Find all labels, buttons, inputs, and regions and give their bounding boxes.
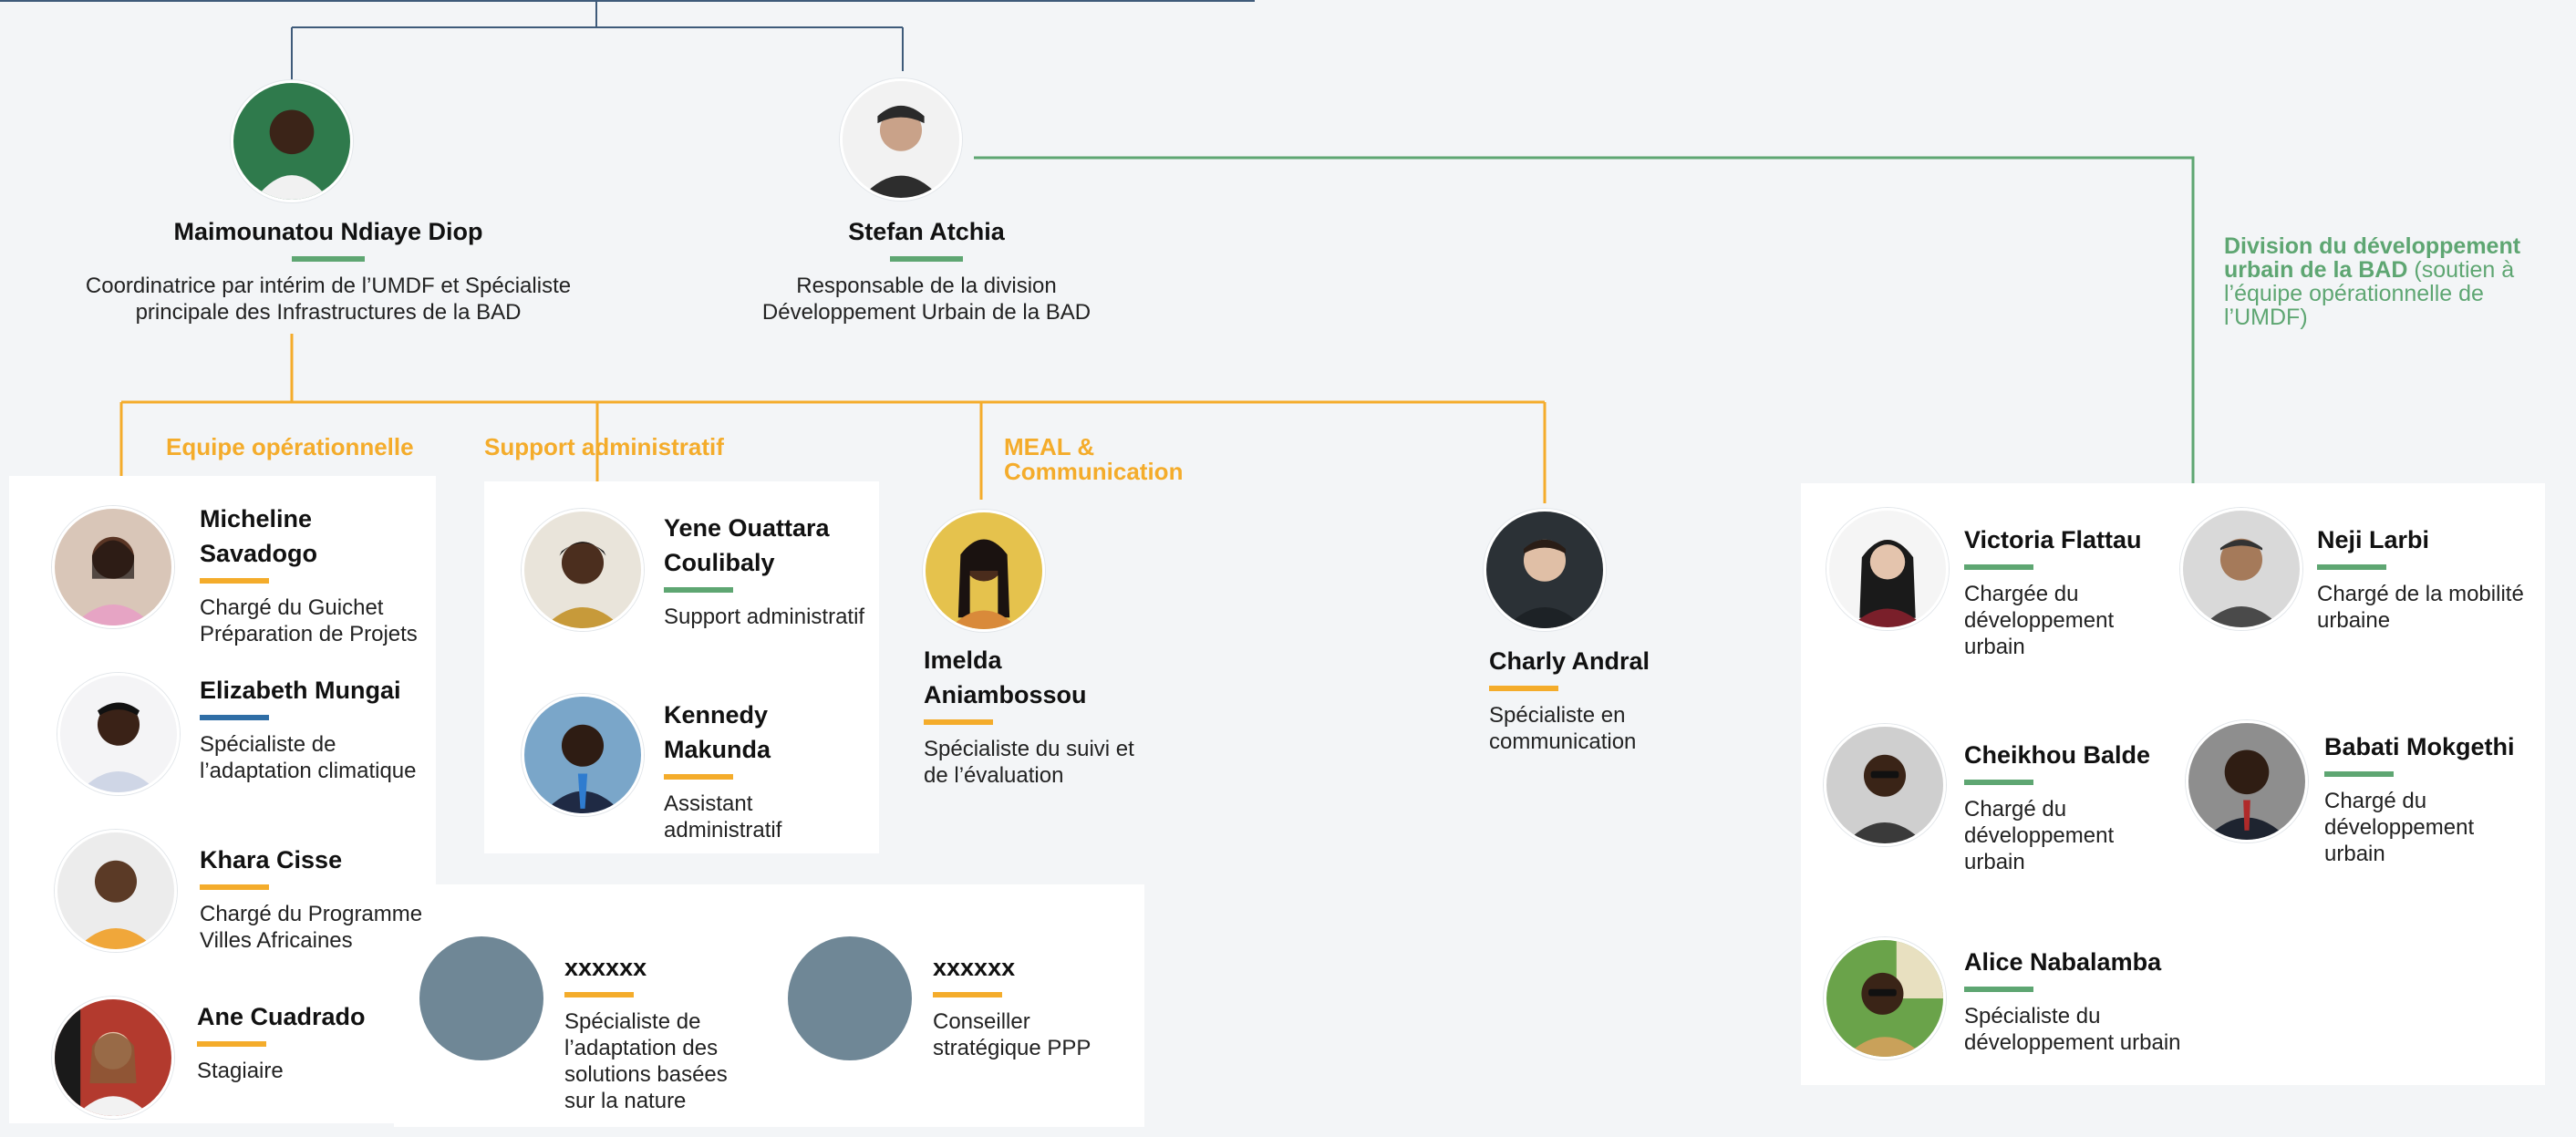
avatar-elizabeth-mungai	[57, 673, 180, 795]
name-neji-larbi: Neji Larbi	[2317, 526, 2430, 553]
avatar-victoria-flattau	[1826, 508, 1949, 630]
avatar-cheikhou-balde	[1824, 724, 1946, 846]
underline-ane-cuadrado	[197, 1041, 266, 1047]
underline-imelda-aniambossou	[924, 719, 993, 725]
avatar-khara-cisse	[55, 830, 177, 952]
underline-neji-larbi	[2317, 564, 2386, 570]
underline-khara-cisse	[200, 884, 269, 890]
role-vacancy-2: Conseiller stratégique PPP	[933, 1009, 1091, 1060]
card-imelda-aniambossou: Imelda Aniambossou Spécialiste du suivi …	[924, 643, 1152, 789]
leader-right-card: Stefan Atchia Responsable de la division…	[729, 214, 1123, 326]
underline-yene-ouattara-coulibaly	[664, 587, 733, 593]
underline-babati-mokgethi	[2324, 771, 2394, 777]
card-charly-andral: Charly Andral Spécialiste en communicati…	[1489, 644, 1726, 755]
role-alice-nabalamba: Spécialiste du développement urbain	[1964, 1004, 2181, 1055]
card-babati-mokgethi: Babati Mokgethi Chargé du développement …	[2324, 729, 2539, 867]
role-neji-larbi: Chargé de la mobilité urbaine	[2317, 582, 2524, 633]
card-alice-nabalamba: Alice Nabalamba Spécialiste du développe…	[1964, 945, 2238, 1056]
underline-alice-nabalamba	[1964, 987, 2033, 992]
leader-right-underline	[890, 256, 963, 262]
name-micheline-savadogo: Micheline Savadogo	[200, 505, 318, 567]
card-khara-cisse: Khara Cisse Chargé du Programme Villes A…	[200, 842, 428, 954]
division-label: Division du développement urbain de la B…	[2224, 234, 2539, 329]
name-cheikhou-balde: Cheikhou Balde	[1964, 741, 2151, 769]
avatar-alice-nabalamba	[1824, 937, 1946, 1059]
role-charly-andral: Spécialiste en communication	[1489, 703, 1637, 754]
card-vacancy-1: xxxxxx Spécialiste de l’adaptation des s…	[564, 950, 747, 1114]
card-micheline-savadogo: Micheline Savadogo Chargé du Guichet Pré…	[200, 501, 428, 647]
avatar-neji-larbi	[2180, 508, 2302, 630]
name-alice-nabalamba: Alice Nabalamba	[1964, 948, 2162, 976]
role-ane-cuadrado: Stagiaire	[197, 1059, 284, 1083]
underline-micheline-savadogo	[200, 578, 269, 584]
role-kennedy-makunda: Assistant administratif	[664, 791, 782, 842]
role-cheikhou-balde: Chargé du développement urbain	[1964, 797, 2115, 874]
avatar-leader-right	[840, 78, 962, 201]
admin-team-label: Support administratif	[484, 433, 724, 460]
name-babati-mokgethi: Babati Mokgethi	[2324, 733, 2515, 760]
leader-left-role: Coordinatrice par intérim de l’UMDF et S…	[85, 274, 572, 325]
underline-cheikhou-balde	[1964, 780, 2033, 785]
name-kennedy-makunda: Kennedy Makunda	[664, 701, 771, 763]
card-ane-cuadrado: Ane Cuadrado Stagiaire	[197, 999, 379, 1084]
role-elizabeth-mungai: Spécialiste de l’adaptation climatique	[200, 732, 417, 783]
operational-team-label: Equipe opérationnelle	[166, 433, 414, 460]
avatar-vacancy-2	[788, 936, 912, 1060]
avatar-charly-andral	[1484, 509, 1606, 631]
underline-charly-andral	[1489, 686, 1558, 691]
leader-right-name: Stefan Atchia	[848, 218, 1005, 245]
name-ane-cuadrado: Ane Cuadrado	[197, 1003, 366, 1030]
avatar-yene-ouattara-coulibaly	[522, 509, 644, 631]
card-elizabeth-mungai: Elizabeth Mungai Spécialiste de l’adapta…	[200, 673, 428, 784]
name-khara-cisse: Khara Cisse	[200, 846, 343, 873]
name-victoria-flattau: Victoria Flattau	[1964, 526, 2142, 553]
card-victoria-flattau: Victoria Flattau Chargée du développemen…	[1964, 522, 2174, 660]
role-imelda-aniambossou: Spécialiste du suivi et de l’évaluation	[924, 737, 1134, 788]
role-victoria-flattau: Chargée du développement urbain	[1964, 582, 2115, 659]
leader-left-card: Maimounatou Ndiaye Diop Coordinatrice pa…	[55, 214, 602, 326]
avatar-babati-mokgethi	[2186, 720, 2308, 842]
name-imelda-aniambossou: Imelda Aniambossou	[924, 646, 1087, 708]
avatar-ane-cuadrado	[52, 997, 174, 1119]
meal-team-label: MEAL & Communication	[1004, 433, 1184, 485]
underline-kennedy-makunda	[664, 774, 733, 780]
avatar-imelda-aniambossou	[923, 510, 1045, 632]
underline-victoria-flattau	[1964, 564, 2033, 570]
name-vacancy-1: xxxxxx	[564, 954, 647, 981]
avatar-micheline-savadogo	[52, 506, 174, 628]
card-vacancy-2: xxxxxx Conseiller stratégique PPP	[933, 950, 1133, 1061]
role-yene-ouattara-coulibaly: Support administratif	[664, 605, 865, 629]
name-yene-ouattara-coulibaly: Yene Ouattara Coulibaly	[664, 514, 830, 576]
card-yene-ouattara-coulibaly: Yene Ouattara Coulibaly Support administ…	[664, 511, 874, 630]
role-babati-mokgethi: Chargé du développement urbain	[2324, 789, 2475, 866]
leader-right-role: Responsable de la division Développement…	[761, 274, 1091, 325]
role-micheline-savadogo: Chargé du Guichet Préparation de Projets	[200, 595, 418, 646]
leader-left-name: Maimounatou Ndiaye Diop	[173, 218, 483, 245]
underline-elizabeth-mungai	[200, 715, 269, 720]
role-vacancy-1: Spécialiste de l’adaptation des solution…	[564, 1009, 728, 1113]
avatar-kennedy-makunda	[522, 694, 644, 816]
avatar-leader-left	[231, 80, 353, 202]
role-khara-cisse: Chargé du Programme Villes Africaines	[200, 902, 423, 953]
card-neji-larbi: Neji Larbi Chargé de la mobilité urbaine	[2317, 522, 2527, 634]
name-vacancy-2: xxxxxx	[933, 954, 1016, 981]
underline-vacancy-1	[564, 992, 634, 997]
avatar-vacancy-1	[419, 936, 543, 1060]
name-elizabeth-mungai: Elizabeth Mungai	[200, 677, 401, 704]
underline-vacancy-2	[933, 992, 1002, 997]
card-cheikhou-balde: Cheikhou Balde Chargé du développement u…	[1964, 738, 2174, 875]
card-kennedy-makunda: Kennedy Makunda Assistant administratif	[664, 698, 874, 843]
leader-left-underline	[292, 256, 365, 262]
name-charly-andral: Charly Andral	[1489, 647, 1650, 675]
